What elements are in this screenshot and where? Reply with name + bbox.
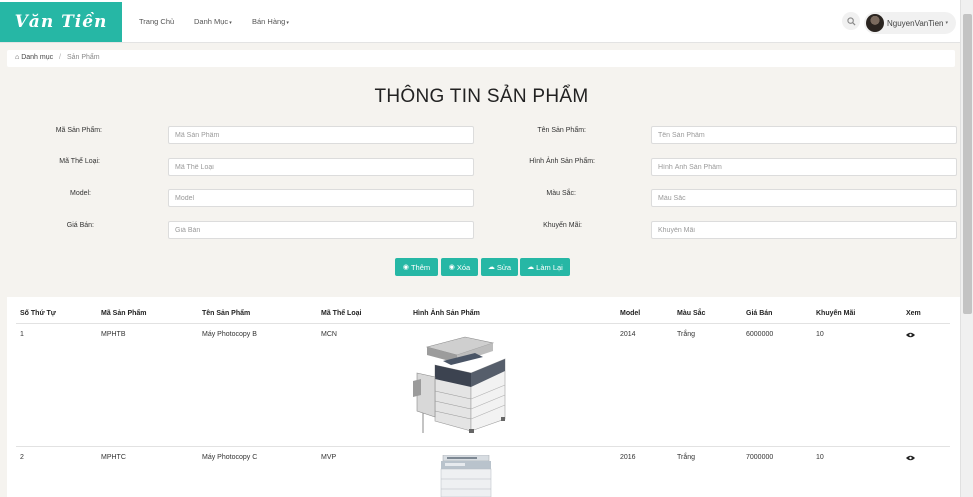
reset-button[interactable]: ☁ Làm Lại xyxy=(520,258,570,276)
delete-button[interactable]: ◉ Xóa xyxy=(441,258,478,276)
cloud-icon: ☁ xyxy=(527,264,535,271)
label-mau-sac: Màu Sắc: xyxy=(546,190,576,197)
breadcrumb: ⌂ Danh mục / Sản Phẩm xyxy=(7,50,955,67)
top-navbar: Văn Tiền Trang Chủ Danh Mục▾ Bán Hàng▾ N… xyxy=(0,0,960,43)
cell-ma-san-pham: MPHTC xyxy=(101,454,126,461)
home-icon: ⌂ xyxy=(15,54,20,61)
brand-logo[interactable]: Văn Tiền xyxy=(0,2,122,42)
column-header-ma-san-pham: Mã Sản Phẩm xyxy=(101,310,147,317)
photocopier-image xyxy=(413,336,506,433)
nav-item-ban-hang[interactable]: Bán Hàng▾ xyxy=(252,17,289,26)
delete-button-label: Xóa xyxy=(456,262,471,272)
chevron-down-icon: ▾ xyxy=(945,20,948,26)
eye-icon: ◉ xyxy=(448,264,455,271)
column-header-gia-ban: Giá Bán xyxy=(746,310,773,317)
cell-ten-san-pham: Máy Photocopy B xyxy=(202,331,257,338)
label-ma-san-pham: Mã Sản Phẩm: xyxy=(55,127,102,134)
user-name: NguyenVanTien xyxy=(887,18,944,28)
nav-item-trang-chu[interactable]: Trang Chủ xyxy=(139,17,174,26)
label-gia-ban: Giá Bán: xyxy=(66,222,94,229)
cell-gia-ban: 7000000 xyxy=(746,454,774,461)
label-hinh-anh-san-pham: Hình Ảnh Sản Phẩm: xyxy=(529,158,595,165)
edit-button-label: Sửa xyxy=(496,262,512,272)
model-input[interactable] xyxy=(168,189,474,207)
vertical-scrollbar[interactable] xyxy=(960,0,973,497)
khuyen-mai-input[interactable] xyxy=(651,221,957,239)
chevron-down-icon: ▾ xyxy=(286,20,289,26)
reset-button-label: Làm Lại xyxy=(536,262,563,272)
column-header-mau-sac: Màu Sắc xyxy=(677,310,706,317)
label-ma-the-loai: Mã Thể Loại: xyxy=(59,158,100,165)
ma-the-loai-input[interactable] xyxy=(168,158,474,176)
mau-sac-input[interactable] xyxy=(651,189,957,207)
label-khuyen-mai: Khuyến Mãi: xyxy=(543,222,582,229)
gia-ban-input[interactable] xyxy=(168,221,474,239)
header-divider xyxy=(16,323,950,324)
hinh-anh-san-pham-input[interactable] xyxy=(651,158,957,176)
breadcrumb-separator: / xyxy=(59,54,61,61)
cell-stt: 1 xyxy=(20,331,24,338)
scrollbar-thumb[interactable] xyxy=(963,14,972,314)
label-ten-san-pham: Tên Sản Phẩm: xyxy=(537,127,586,134)
column-header-stt: Số Thứ Tự xyxy=(20,310,56,317)
ma-san-pham-input[interactable] xyxy=(168,126,474,144)
cell-model: 2014 xyxy=(620,331,636,338)
cell-stt: 2 xyxy=(20,454,24,461)
cell-ma-san-pham: MPHTB xyxy=(101,331,126,338)
column-header-ten-san-pham: Tên Sản Phẩm xyxy=(202,310,251,317)
edit-button[interactable]: ☁ Sửa xyxy=(481,258,518,276)
nav-item-label: Danh Mục xyxy=(194,17,229,26)
column-header-xem: Xem xyxy=(906,310,921,317)
eye-icon: ◉ xyxy=(402,264,409,271)
cell-gia-ban: 6000000 xyxy=(746,331,774,338)
column-header-khuyen-mai: Khuyến Mãi xyxy=(816,310,856,317)
breadcrumb-home[interactable]: Danh mục xyxy=(21,54,53,61)
cloud-icon: ☁ xyxy=(487,264,495,271)
ten-san-pham-input[interactable] xyxy=(651,126,957,144)
cell-ma-the-loai: MVP xyxy=(321,454,337,461)
label-model: Model: xyxy=(69,190,91,197)
column-header-ma-the-loai: Mã Thể Loại xyxy=(321,310,362,317)
row-divider xyxy=(16,446,950,447)
eye-icon[interactable] xyxy=(906,455,915,461)
nav-item-label: Bán Hàng xyxy=(252,17,286,26)
cell-ma-the-loai: MCN xyxy=(321,331,337,338)
search-icon xyxy=(846,16,856,26)
photocopier-image xyxy=(440,455,492,497)
column-header-hinh-anh: Hình Ảnh Sản Phẩm xyxy=(413,310,480,317)
cell-model: 2016 xyxy=(620,454,636,461)
nav-item-danh-muc[interactable]: Danh Mục▾ xyxy=(194,17,232,26)
search-button[interactable] xyxy=(842,12,860,30)
cell-ten-san-pham: Máy Photocopy C xyxy=(202,454,258,461)
cell-khuyen-mai: 10 xyxy=(816,454,824,461)
column-header-model: Model xyxy=(620,310,641,317)
cell-mau-sac: Trắng xyxy=(677,454,696,461)
cell-mau-sac: Trắng xyxy=(677,331,696,338)
add-button[interactable]: ◉ Thêm xyxy=(395,258,438,276)
nav-item-label: Trang Chủ xyxy=(139,17,175,26)
breadcrumb-current: Sản Phẩm xyxy=(66,54,100,61)
avatar xyxy=(866,14,884,32)
eye-icon[interactable] xyxy=(906,332,915,338)
user-menu[interactable]: NguyenVanTien ▾ xyxy=(864,12,956,34)
add-button-label: Thêm xyxy=(410,262,431,272)
chevron-down-icon: ▾ xyxy=(229,20,232,26)
product-table: Số Thứ Tự Mã Sản Phẩm Tên Sản Phẩm Mã Th… xyxy=(7,297,960,497)
cell-khuyen-mai: 10 xyxy=(816,331,824,338)
page-title: THÔNG TIN SẢN PHẨM xyxy=(374,86,589,107)
